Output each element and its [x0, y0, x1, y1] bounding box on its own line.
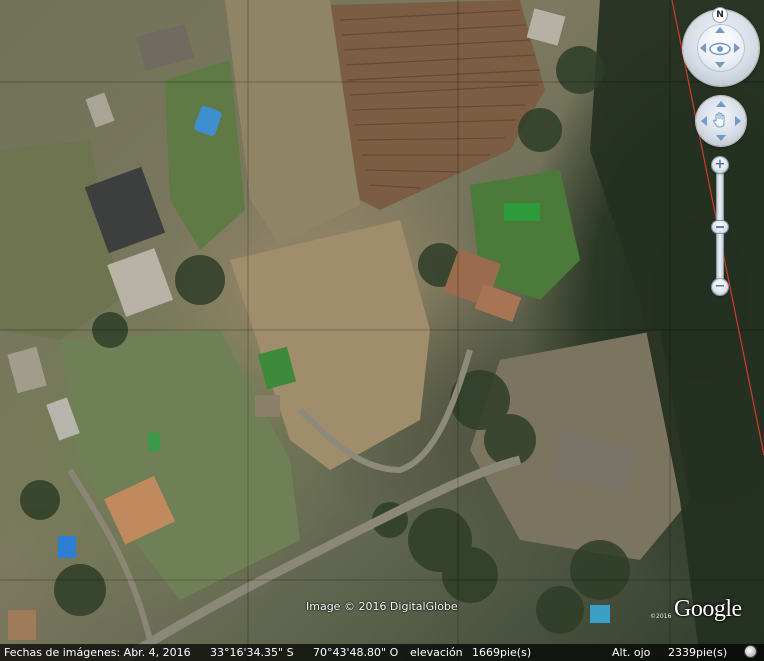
- hand-icon: [712, 112, 725, 128]
- zoom-out-button[interactable]: −: [712, 279, 728, 295]
- imagery-attribution: Image © 2016 DigitalGlobe: [306, 600, 458, 613]
- eye-altitude-label: Alt. ojo: [612, 646, 651, 659]
- move-up-arrow-icon[interactable]: [716, 101, 726, 107]
- move-left-arrow-icon[interactable]: [701, 116, 707, 126]
- latitude-readout: 33°16'34.35" S: [210, 646, 294, 659]
- elevation-value: 1669pie(s): [472, 646, 532, 659]
- move-down-arrow-icon[interactable]: [716, 135, 726, 141]
- satellite-map[interactable]: Image © 2016 DigitalGlobe ©2016 Google: [0, 0, 764, 661]
- lawn: [165, 60, 245, 250]
- look-up-arrow-icon[interactable]: [715, 27, 725, 33]
- streaming-status-icon: [745, 646, 756, 657]
- zoom-in-button[interactable]: +: [712, 157, 728, 173]
- map-imagery: [0, 0, 764, 661]
- look-right-arrow-icon[interactable]: [734, 43, 740, 53]
- longitude-readout: 70°43'48.80" O: [313, 646, 399, 659]
- look-left-arrow-icon[interactable]: [700, 43, 706, 53]
- north-button[interactable]: N: [713, 8, 727, 22]
- logo-year: ©2016: [650, 613, 672, 620]
- grass-field: [0, 140, 120, 340]
- google-logo: Google: [674, 596, 742, 622]
- zoom-slider-thumb[interactable]: [712, 221, 728, 233]
- eye-icon: [709, 42, 731, 56]
- move-right-arrow-icon[interactable]: [735, 116, 741, 126]
- eye-altitude-value: 2339pie(s): [668, 646, 728, 659]
- status-bar: Fechas de imágenes: Abr. 4, 2016 33°16'3…: [0, 644, 764, 661]
- look-down-arrow-icon[interactable]: [715, 62, 725, 68]
- imagery-date: Fechas de imágenes: Abr. 4, 2016: [4, 646, 191, 659]
- elevation-label: elevación: [410, 646, 463, 659]
